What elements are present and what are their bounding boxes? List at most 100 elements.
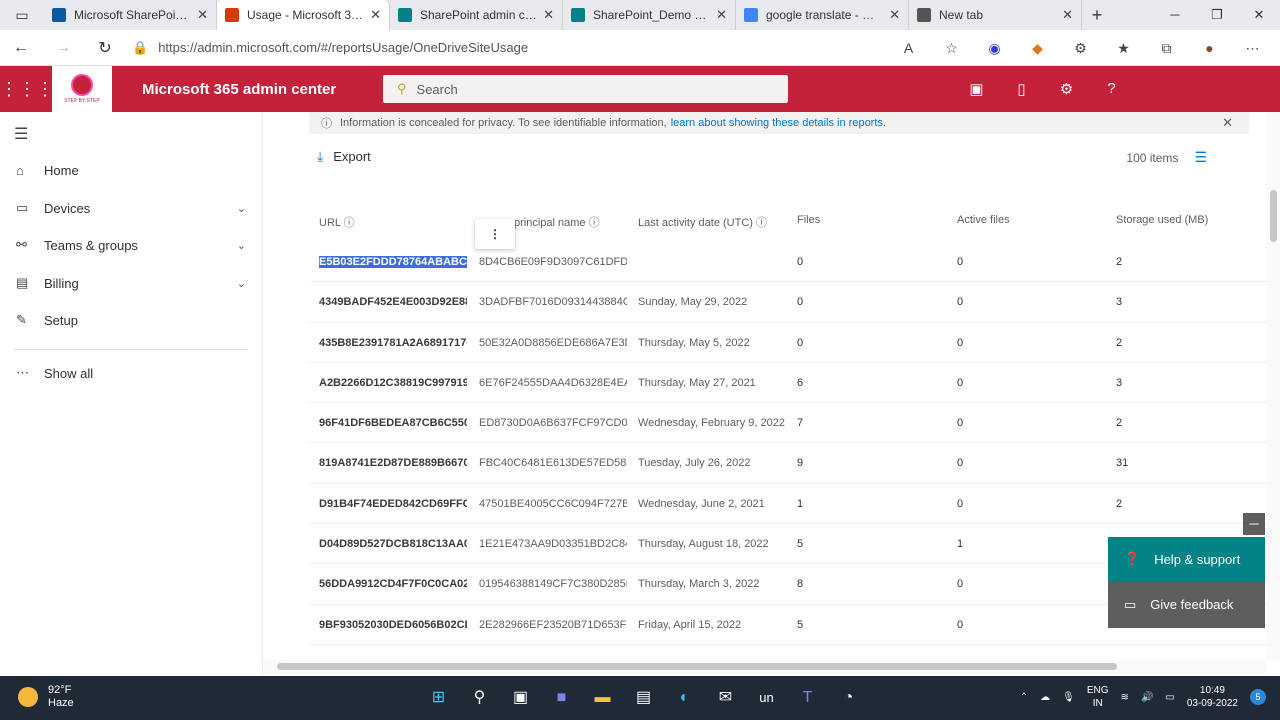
nav-home[interactable]: ⌂ Home	[0, 152, 262, 188]
start-icon[interactable]: ⊞	[418, 682, 459, 714]
table-row[interactable]: 819A8741E2D87DE889B6670 FBC40C6481E613DE5…	[309, 443, 1267, 484]
close-icon[interactable]: ✕	[1222, 115, 1233, 131]
close-tab-icon[interactable]: ✕	[197, 7, 208, 23]
close-window-icon[interactable]: ✕	[1238, 0, 1280, 30]
search-icon[interactable]: ⚲	[459, 682, 500, 714]
close-tab-icon[interactable]: ✕	[370, 7, 381, 23]
cell-url[interactable]: 4349BADF452E4E003D92E88	[319, 296, 467, 308]
minimize-icon[interactable]: ─	[1154, 0, 1196, 30]
cell-url[interactable]: 9BF93052030DED6056B02CE	[319, 619, 467, 631]
search-input[interactable]: ⚲ Search	[383, 75, 788, 103]
column-options-icon[interactable]: ☰	[1194, 149, 1207, 166]
help-support-button[interactable]: ❓ Help & support	[1108, 537, 1265, 581]
more-options-icon[interactable]: ⋯	[1231, 40, 1274, 57]
table-row[interactable]: E5B03E2FDDD78764ABABC6 8D4CB6E09F9D3097C6…	[309, 242, 1267, 283]
browser-tab[interactable]: google translate - Google S ✕	[736, 0, 909, 30]
clock[interactable]: 10:49 03-09-2022	[1187, 684, 1238, 710]
restore-icon[interactable]: ❐	[1196, 0, 1238, 30]
cell-url[interactable]: 819A8741E2D87DE889B6670	[319, 457, 467, 469]
minimize-help-icon[interactable]: ─	[1243, 513, 1265, 535]
col-upn[interactable]: principal name ⓘ	[514, 214, 600, 230]
close-tab-icon[interactable]: ✕	[716, 7, 727, 23]
microphone-icon[interactable]: 🎙	[1062, 692, 1075, 703]
browser-tab[interactable]: SharePoint admin center ✕	[390, 0, 563, 30]
teams-icon[interactable]: T	[787, 682, 828, 714]
table-row[interactable]: 435B8E2391781A2A68917176 50E32A0D8856EDE6…	[309, 323, 1267, 363]
table-row[interactable]: D91B4F74EDED842CD69FFCE 47501BE4005CC6C09…	[309, 484, 1267, 525]
file-explorer-icon[interactable]: ▬	[582, 682, 623, 714]
favorites-icon[interactable]: ★	[1102, 40, 1145, 57]
nav-setup[interactable]: ✎ Setup	[0, 302, 262, 338]
chevron-down-icon[interactable]: ⌄	[237, 202, 246, 215]
table-row[interactable]: 4349BADF452E4E003D92E88 3DADFBF7016D09314…	[309, 282, 1267, 323]
horizontal-scrollbar[interactable]	[263, 660, 1267, 674]
chevron-down-icon[interactable]: ⌄	[237, 239, 246, 252]
refresh-icon[interactable]: ↻	[84, 38, 126, 58]
cell-url[interactable]: 435B8E2391781A2A68917176	[319, 337, 467, 349]
clock-app-icon[interactable]: ◔	[828, 682, 869, 714]
metamask-icon[interactable]: ◆	[1016, 40, 1059, 57]
volume-icon[interactable]: 🔊	[1141, 692, 1153, 703]
notification-badge[interactable]: 5	[1250, 689, 1266, 705]
org-logo[interactable]: STEP BY STEP	[52, 66, 112, 112]
terminal-icon[interactable]: ▣	[954, 80, 999, 98]
onedrive-icon[interactable]: ☁	[1040, 692, 1050, 703]
scroll-thumb[interactable]	[1270, 190, 1277, 242]
nav-show-all[interactable]: ⋯ Show all	[0, 355, 262, 391]
profile-avatar[interactable]: ●	[1188, 40, 1231, 56]
mobile-icon[interactable]: ▯	[999, 80, 1044, 98]
forward-icon[interactable]: →	[42, 39, 84, 57]
read-aloud-icon[interactable]: A	[887, 40, 930, 56]
close-tab-icon[interactable]: ✕	[543, 7, 554, 23]
edge-icon[interactable]: ◐	[664, 682, 705, 714]
extension-icon[interactable]: ◉	[973, 40, 1016, 57]
app-launcher-icon[interactable]: ⋮⋮⋮	[0, 79, 54, 100]
extensions-icon[interactable]: ⚙	[1059, 40, 1102, 57]
mail-icon[interactable]: ✉	[705, 682, 746, 714]
teams-chat-icon[interactable]: ■	[541, 682, 582, 714]
col-storage[interactable]: Storage used (MB)	[1116, 214, 1208, 226]
chevron-down-icon[interactable]: ⌄	[237, 277, 246, 290]
browser-tab[interactable]: New tab ✕	[909, 0, 1082, 30]
collections-icon[interactable]: ⧉	[1145, 40, 1188, 57]
col-active[interactable]: Active files	[957, 214, 1010, 226]
lock-icon[interactable]: 🔒	[132, 40, 148, 56]
nav-billing[interactable]: ▤ Billing ⌄	[0, 265, 262, 301]
browser-tab[interactable]: Usage - Microsoft 365 adm ✕	[217, 0, 390, 30]
hamburger-icon[interactable]: ☰	[14, 124, 28, 144]
browser-tab[interactable]: SharePoint_Demo - Docum ✕	[563, 0, 736, 30]
nav-devices[interactable]: ▭ Devices ⌄	[0, 190, 262, 226]
help-icon[interactable]: ?	[1089, 80, 1134, 98]
cell-url[interactable]: 56DDA9912CD4F7F0C0CA021	[319, 578, 467, 590]
url-field[interactable]: 🔒 https://admin.microsoft.com/#/reportsU…	[132, 34, 992, 62]
close-tab-icon[interactable]: ✕	[889, 7, 900, 23]
wifi-icon[interactable]: ≋	[1121, 692, 1129, 703]
cell-url[interactable]: 96F41DF6BEDEA87CB6C550C	[319, 417, 467, 429]
tray-overflow-icon[interactable]: ⌃	[1020, 692, 1028, 703]
new-tab-button[interactable]: +	[1082, 5, 1112, 26]
info-link[interactable]: learn about showing these details in rep…	[671, 117, 886, 129]
nav-teams-groups[interactable]: ⚯ Teams & groups ⌄	[0, 227, 262, 263]
cell-url[interactable]: D91B4F74EDED842CD69FFCE	[319, 498, 467, 510]
back-icon[interactable]: ←	[0, 39, 42, 57]
settings-icon[interactable]: ⚙	[1044, 80, 1089, 98]
browser-tab[interactable]: Microsoft SharePoint Onl ✕	[44, 0, 217, 30]
weather-widget[interactable]: 92°F Haze	[18, 684, 74, 710]
battery-icon[interactable]: ▭	[1165, 692, 1174, 703]
favorite-add-icon[interactable]: ☆	[930, 40, 973, 57]
app-title[interactable]: Microsoft 365 admin center	[142, 81, 383, 98]
vertical-scrollbar[interactable]	[1267, 112, 1280, 660]
task-view-icon[interactable]: ▣	[500, 682, 541, 714]
col-date[interactable]: Last activity date (UTC) ⓘ	[638, 214, 767, 230]
export-button[interactable]: ⤓ Export	[317, 148, 371, 165]
give-feedback-button[interactable]: ▭ Give feedback	[1108, 581, 1265, 628]
table-row[interactable]: A2B2266D12C38819C9979191 6E76F24555DAA4D6…	[309, 363, 1267, 404]
cell-url[interactable]: E5B03E2FDDD78764ABABC6	[319, 256, 467, 268]
table-row[interactable]: 96F41DF6BEDEA87CB6C550C ED8730D0A6B637FCF…	[309, 403, 1267, 444]
cell-url[interactable]: A2B2266D12C38819C9979191	[319, 377, 467, 389]
close-tab-icon[interactable]: ✕	[1062, 7, 1073, 23]
tab-actions-icon[interactable]: ▭	[0, 0, 44, 30]
col-files[interactable]: Files	[797, 214, 820, 226]
cell-url[interactable]: D04D89D527DCB818C13AA0	[319, 538, 467, 550]
app-un-icon[interactable]: un	[746, 682, 787, 714]
